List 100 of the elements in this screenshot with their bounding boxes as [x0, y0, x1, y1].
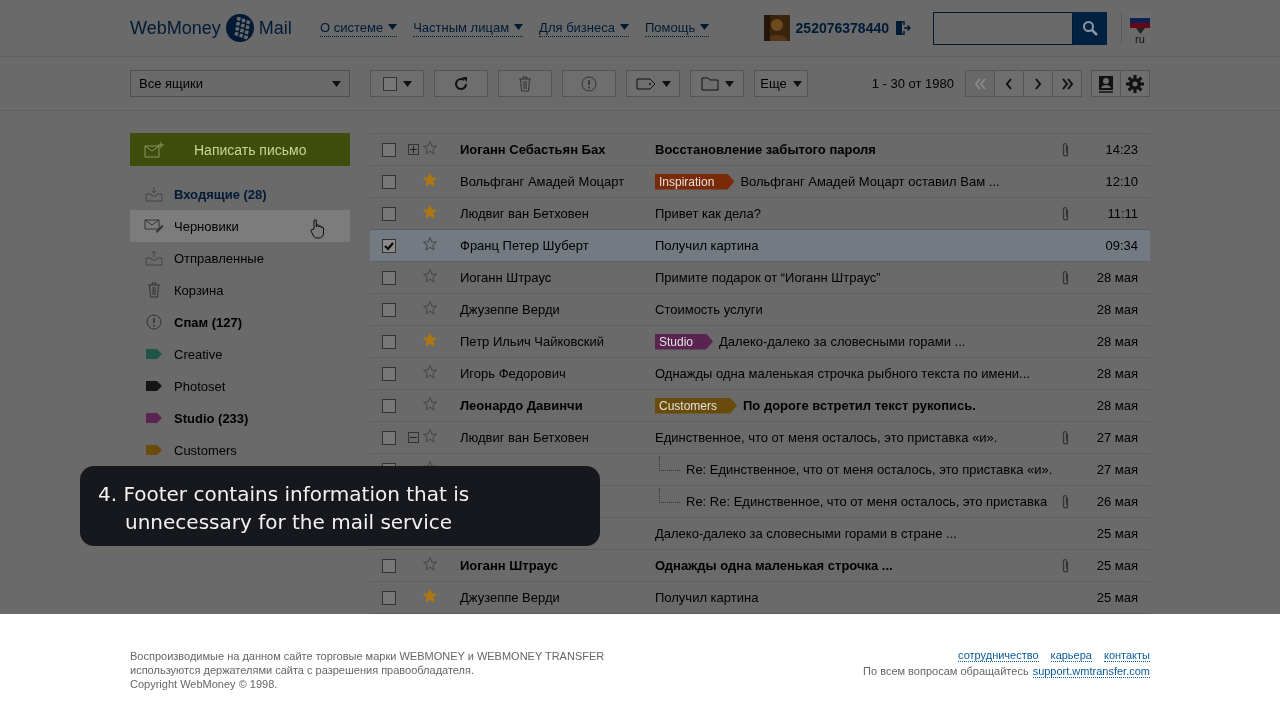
contact-book-icon	[1097, 74, 1115, 93]
mailbox-select[interactable]: Все ящики	[130, 70, 350, 97]
subject-text[interactable]: Получил картина	[655, 238, 759, 253]
star-icon[interactable]	[423, 429, 437, 443]
star-icon[interactable]	[423, 333, 437, 347]
contacts-button[interactable]	[1091, 70, 1121, 97]
subject-text[interactable]: Привет как дела?	[655, 206, 761, 221]
message-row[interactable]: Джузеппе Верди Стоимость услуги 28 мая	[370, 294, 1150, 326]
checkbox[interactable]	[382, 366, 396, 381]
subject-text[interactable]: Стоимость услуги	[655, 302, 763, 317]
pager-button[interactable]	[1052, 70, 1082, 97]
select-menu-button[interactable]	[370, 70, 424, 97]
checkbox[interactable]	[382, 590, 396, 605]
message-row[interactable]: Петр Ильич Чайковский Studio Далеко-далеко за словесными горами ... 28 мая	[370, 326, 1150, 358]
nav-menu-link[interactable]: Для бизнеса	[539, 19, 629, 37]
nav-menu-link[interactable]: Помощь	[644, 19, 710, 37]
subject-text[interactable]: Далеко-далеко за словесными горами в стране ...	[655, 526, 957, 541]
tag-label[interactable]: Customers	[655, 397, 737, 414]
move-button[interactable]	[690, 70, 744, 97]
search-field[interactable]	[933, 11, 1073, 45]
subject-text[interactable]: Re: Re: Единственное, что от меня осталось, это приставка	[686, 494, 1048, 509]
refresh-button[interactable]	[434, 70, 488, 97]
compose-button[interactable]: Написать письмо	[130, 133, 350, 166]
checkbox[interactable]	[382, 270, 396, 285]
checkbox[interactable]	[382, 142, 396, 157]
nav-menu-link[interactable]: Частным лицам	[413, 19, 524, 37]
caret-icon	[661, 80, 671, 87]
star-icon[interactable]	[423, 237, 437, 251]
subject-text[interactable]: Единственное, что от меня осталось, это приставка «и».	[655, 430, 998, 445]
subject-text[interactable]: По дороге встретил текст рукопись.	[743, 398, 976, 413]
folder-item[interactable]: Корзина	[130, 274, 350, 306]
star-icon[interactable]	[423, 301, 437, 315]
star-icon[interactable]	[423, 141, 437, 155]
nav-menu-link[interactable]: О системе	[320, 19, 398, 37]
more-button[interactable]: Еще	[754, 70, 808, 97]
star-icon[interactable]	[423, 589, 437, 603]
subject-text[interactable]: Однажды одна маленькая строчка ...	[655, 558, 893, 573]
message-row[interactable]: Франц Петер Шуберт Получил картина 09:34	[370, 230, 1150, 262]
footer-link[interactable]: сотрудничество	[958, 649, 1039, 662]
caret-icon	[1135, 27, 1145, 34]
folder-item[interactable]: Отправленные	[130, 242, 350, 274]
time-text: 11:11	[1106, 206, 1139, 221]
footer-link[interactable]: карьера	[1050, 649, 1092, 662]
pager-button[interactable]	[994, 70, 1024, 97]
folder-item[interactable]: Customers	[130, 434, 350, 466]
time-text: 12:10	[1104, 174, 1139, 189]
folder-item[interactable]: Входящие (28)	[130, 178, 350, 210]
subject-text[interactable]: Вольфганг Амадей Моцарт оставил Вам ...	[740, 174, 1000, 189]
subject-text[interactable]: Примите подарок от “Иоганн Штраус”	[655, 270, 881, 285]
label-button[interactable]	[626, 70, 680, 97]
delete-button[interactable]	[498, 70, 552, 97]
search-button[interactable]	[1073, 11, 1107, 45]
subject-text[interactable]: Re: Единственное, что от меня осталось, это приставка «и».	[686, 462, 1053, 477]
spam-button[interactable]	[562, 70, 616, 97]
support-link[interactable]: support.wmtransfer.com	[1032, 665, 1150, 678]
folder-item[interactable]: Studio (233)	[130, 402, 350, 434]
message-row[interactable]: Людвиг ван Бетховен Единственное, что от меня осталось, это приставка «и». 27 мая	[370, 422, 1150, 454]
star-icon[interactable]	[423, 173, 437, 187]
message-row[interactable]: Леонардо Давинчи Customers По дороге встретил текст рукопись. 28 мая	[370, 390, 1150, 422]
paperclip-icon	[1060, 269, 1070, 286]
exit-icon[interactable]	[895, 20, 911, 36]
message-row[interactable]: Джузеппе Верди Получил картина 25 мая	[370, 582, 1150, 614]
message-row[interactable]: Иоганн Себастьян Бах Восстановление забытого пароля 14:23	[370, 134, 1150, 166]
folder-item[interactable]: Photoset	[130, 370, 350, 402]
time-text: 26 мая	[1095, 494, 1139, 509]
subject-text[interactable]: Получил картина	[655, 590, 759, 605]
expand-icon[interactable]	[408, 144, 419, 155]
star-icon[interactable]	[423, 365, 437, 379]
subject-text[interactable]: Далеко-далеко за словесными горами ...	[719, 334, 966, 349]
subject-text[interactable]: Восстановление забытого пароля	[655, 142, 876, 157]
star-icon[interactable]	[423, 557, 437, 571]
checkbox[interactable]	[382, 302, 396, 317]
folder-item[interactable]: Черновики	[130, 210, 350, 242]
star-icon[interactable]	[423, 269, 437, 283]
footer-link[interactable]: контакты	[1103, 649, 1150, 662]
pager-button[interactable]	[1023, 70, 1053, 97]
folder-item[interactable]: Creative	[130, 338, 350, 370]
tag-label[interactable]: Inspiration	[655, 173, 735, 190]
star-icon[interactable]	[423, 205, 437, 219]
checkbox[interactable]	[382, 238, 396, 253]
star-icon[interactable]	[423, 397, 437, 411]
tag-label[interactable]: Studio	[655, 333, 714, 350]
language-code[interactable]: ru	[1135, 33, 1145, 44]
thread-line	[659, 456, 680, 471]
checkbox[interactable]	[382, 430, 396, 445]
user-id[interactable]: 252076378440	[795, 20, 889, 36]
checkbox[interactable]	[382, 398, 396, 413]
checkbox[interactable]	[382, 174, 396, 189]
message-row[interactable]: Вольфганг Амадей Моцарт Inspiration Вольфганг Амадей Моцарт оставил Вам ... 12:10	[370, 166, 1150, 198]
message-row[interactable]: Игорь Федорович Однажды одна маленькая строчка рыбного текста по имени... 28 мая	[370, 358, 1150, 390]
checkbox[interactable]	[382, 206, 396, 221]
folder-item[interactable]: Спам (127)	[130, 306, 350, 338]
sender-name: Людвиг ван Бетховен	[459, 206, 589, 221]
subject-text[interactable]: Однажды одна маленькая строчка рыбного текста по имени...	[655, 366, 1030, 381]
checkbox[interactable]	[382, 334, 396, 349]
checkbox[interactable]	[382, 558, 396, 573]
message-row[interactable]: Иоганн Штраус Однажды одна маленькая строчка ... 25 мая	[370, 550, 1150, 582]
message-row[interactable]: Иоганн Штраус Примите подарок от “Иоганн Штраус” 28 мая	[370, 262, 1150, 294]
settings-button[interactable]	[1120, 70, 1150, 97]
collapse-icon[interactable]	[408, 432, 419, 443]
